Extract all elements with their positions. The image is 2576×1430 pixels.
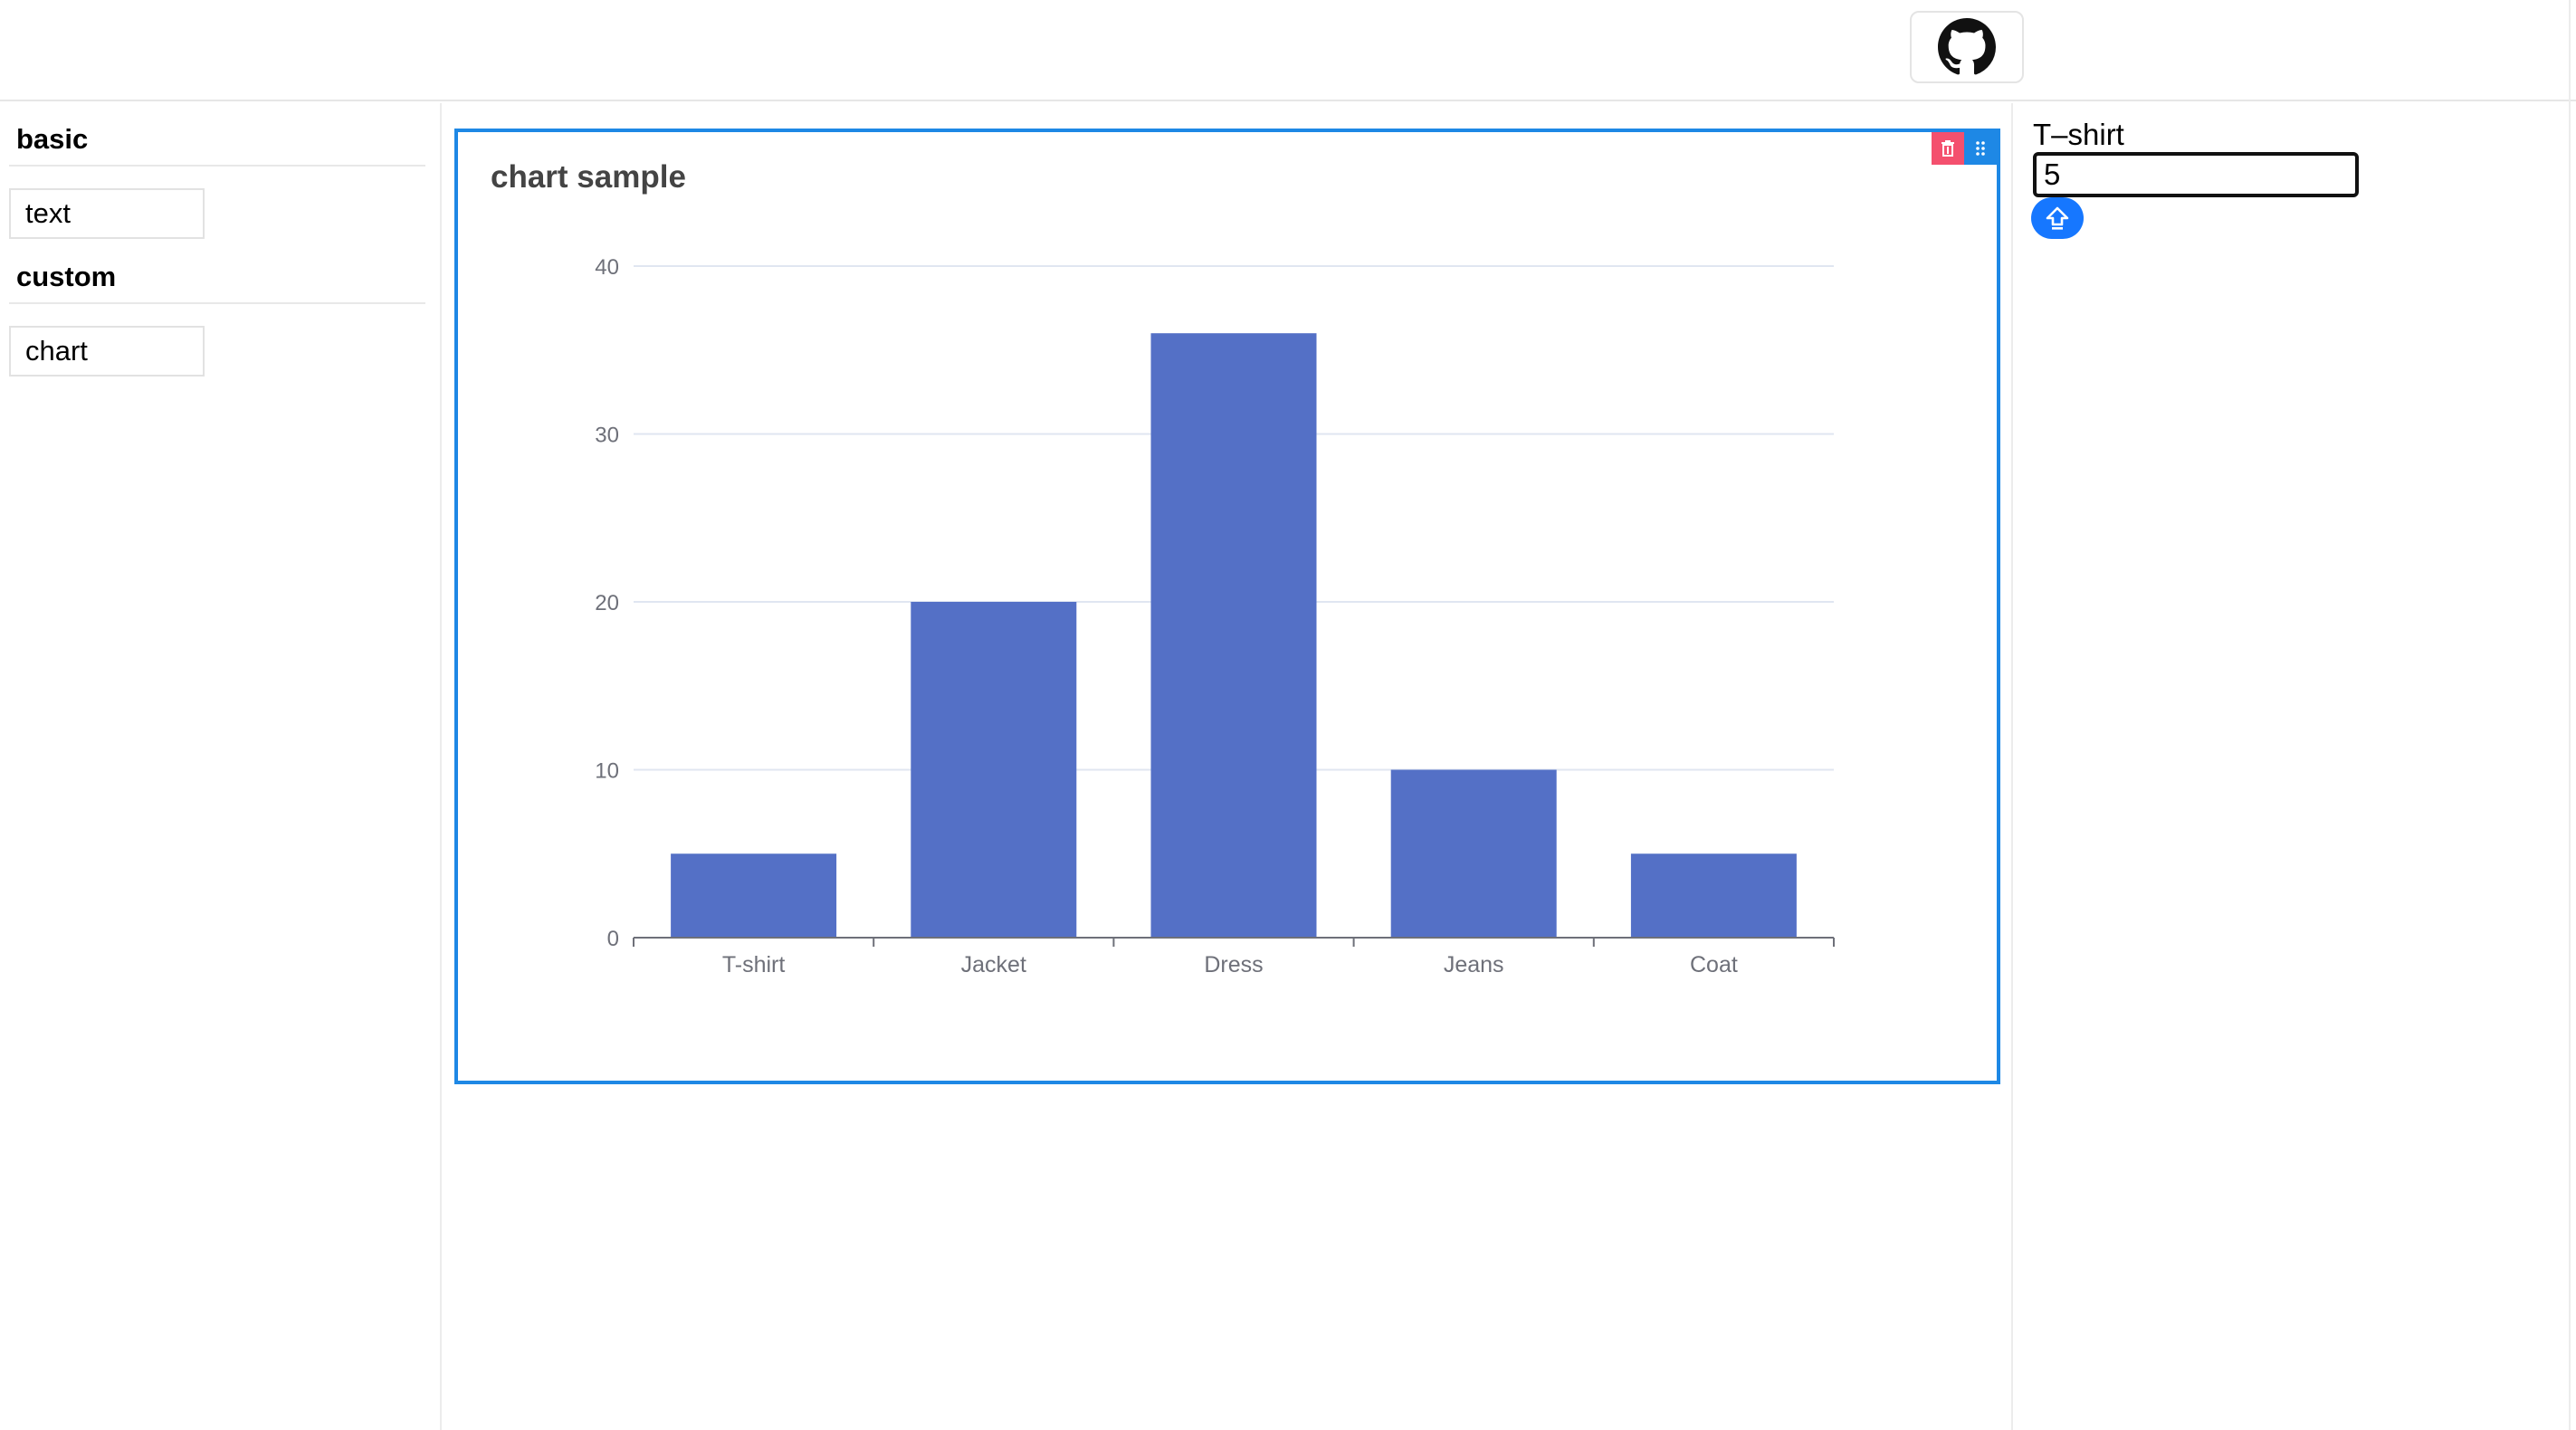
x-tick-label: Dress <box>1204 952 1263 977</box>
section-title-basic: basic <box>16 123 89 155</box>
palette-item-chart[interactable]: chart <box>9 326 205 377</box>
apply-button[interactable] <box>2031 197 2084 239</box>
component-palette: basic text custom chart <box>0 103 442 1430</box>
x-tick-label: Coat <box>1690 952 1738 977</box>
property-value-input[interactable] <box>2033 152 2359 197</box>
x-tick-label: Jacket <box>961 952 1026 977</box>
bar-t-shirt <box>671 853 837 938</box>
y-tick-label: 40 <box>595 255 619 280</box>
property-panel: T–shirt <box>2011 103 2572 1430</box>
y-tick-label: 10 <box>595 759 619 784</box>
chart-component-card[interactable]: chart sample 0 10 20 30 40 T-shirt Jacket Dress… <box>454 129 2000 1084</box>
github-link-button[interactable] <box>1910 11 2024 83</box>
property-label: T–shirt <box>2033 118 2124 151</box>
section-title-custom: custom <box>16 261 117 292</box>
x-tick-label: T-shirt <box>722 952 786 977</box>
y-tick-label: 0 <box>607 927 619 951</box>
bar-coat <box>1630 853 1797 938</box>
palette-item-text[interactable]: text <box>9 188 205 239</box>
section-divider <box>9 302 425 304</box>
y-tick-label: 20 <box>595 591 619 615</box>
section-divider <box>9 165 425 167</box>
upload-icon <box>2046 206 2069 230</box>
bar-jeans <box>1390 769 1557 938</box>
window-edge <box>2569 0 2571 1430</box>
github-icon <box>1938 18 1996 75</box>
bar-chart: 0 10 20 30 40 T-shirt Jacket Dress Jeans Coat <box>595 255 1835 977</box>
y-tick-label: 30 <box>595 424 619 448</box>
top-header <box>0 0 2576 101</box>
bar-jacket <box>911 602 1077 938</box>
x-tick-label: Jeans <box>1444 952 1504 977</box>
bar-dress <box>1150 333 1317 938</box>
